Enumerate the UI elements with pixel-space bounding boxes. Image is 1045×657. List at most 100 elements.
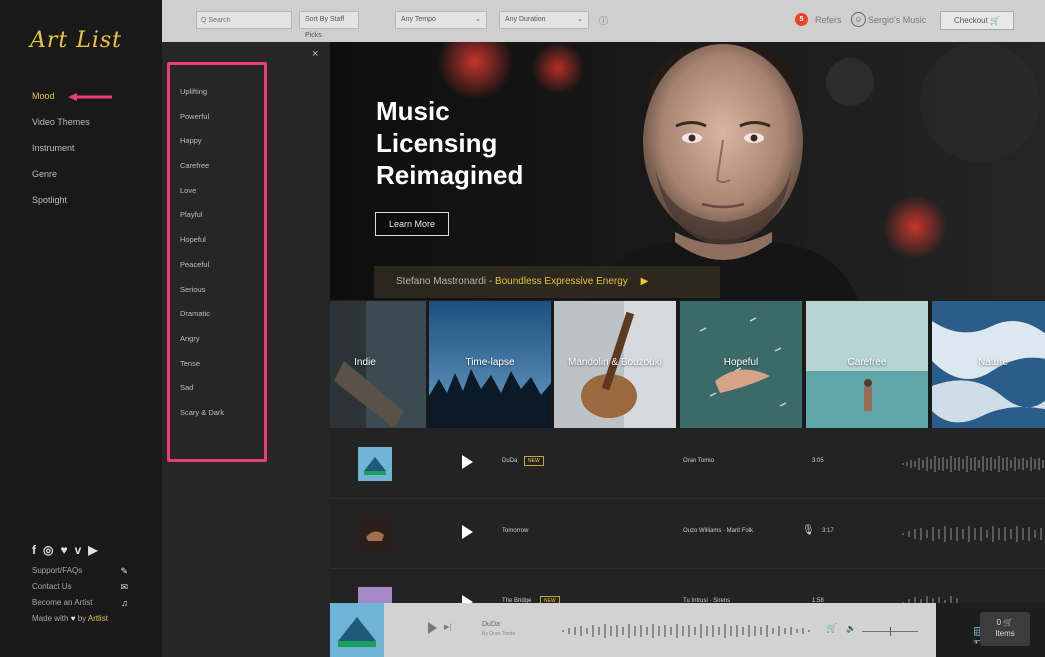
vocals-mic-icon: 🎙 bbox=[802, 525, 815, 536]
heart-icon: ♥ bbox=[70, 614, 76, 623]
cart-items-label: Items bbox=[995, 629, 1015, 638]
sidebar: Art List Mood Video Themes Instrument Ge… bbox=[0, 0, 162, 657]
hero-title: Music Licensing Reimagined bbox=[376, 95, 576, 191]
tile-label: Time-lapse bbox=[465, 357, 515, 368]
mood-list: Uplifting Powerful Happy Carefree Love P… bbox=[180, 87, 224, 433]
user-icon[interactable]: ☺ bbox=[851, 12, 866, 27]
contact-us-link[interactable]: Contact Us ✉ bbox=[32, 582, 128, 598]
track-title[interactable]: DuDa bbox=[502, 458, 517, 464]
waveform[interactable] bbox=[902, 524, 1045, 544]
vimeo-icon[interactable]: v bbox=[75, 543, 82, 557]
pointer-arrow-icon bbox=[68, 93, 112, 101]
sidebar-nav: Mood Video Themes Instrument Genre Spotl… bbox=[32, 90, 90, 220]
player-waveform[interactable] bbox=[562, 623, 812, 639]
player-track-title: DuDa bbox=[482, 621, 500, 628]
mood-item[interactable]: Carefree bbox=[180, 161, 224, 186]
duration-dropdown[interactable]: Any Duration ⌄ bbox=[499, 11, 589, 29]
mood-item[interactable]: Tense bbox=[180, 359, 224, 384]
logo[interactable]: Art List bbox=[30, 28, 122, 53]
sort-dropdown[interactable]: Sort By Staff Picks bbox=[299, 11, 359, 39]
category-tile-nature[interactable]: Nature bbox=[932, 301, 1045, 428]
volume-icon[interactable]: 🔈 bbox=[846, 624, 856, 633]
play-button[interactable] bbox=[462, 525, 473, 539]
waveform[interactable] bbox=[902, 454, 1045, 474]
chevron-down-icon: ⌄ bbox=[577, 16, 583, 23]
mood-item[interactable]: Playful bbox=[180, 210, 224, 235]
category-tile-mandolin[interactable]: Mandolin & Bouzouki bbox=[554, 301, 676, 428]
mood-item[interactable]: Serious bbox=[180, 285, 224, 310]
info-icon[interactable]: ⓘ bbox=[599, 14, 608, 27]
mood-item[interactable]: Scary & Dark bbox=[180, 408, 224, 433]
mood-item[interactable]: Peaceful bbox=[180, 260, 224, 285]
mood-item[interactable]: Uplifting bbox=[180, 87, 224, 112]
hero-title-line: Reimagined bbox=[376, 160, 524, 190]
featured-separator: - bbox=[486, 276, 495, 287]
tile-label: Mandolin & Bouzouki bbox=[568, 357, 662, 368]
refer-count-badge: 5 bbox=[795, 13, 808, 26]
artlist-link[interactable]: Artlist bbox=[88, 614, 108, 623]
category-tile-time-lapse[interactable]: Time-lapse bbox=[429, 301, 551, 428]
support-faqs-link[interactable]: Support/FAQs ✎ bbox=[32, 566, 128, 582]
tempo-dropdown[interactable]: Any Tempo ⌄ bbox=[395, 11, 487, 29]
track-row[interactable]: Tomorrow Ouzo Williams · Marit Folk 🎙 3:… bbox=[330, 498, 1045, 569]
close-icon[interactable]: × bbox=[312, 48, 318, 60]
made-with-credit: Made with ♥ by Artlist bbox=[32, 614, 128, 630]
track-thumbnail bbox=[358, 447, 392, 481]
volume-slider-handle[interactable] bbox=[890, 627, 891, 636]
add-to-cart-icon[interactable]: 🛒 bbox=[826, 623, 837, 634]
footer-link-label: Support/FAQs bbox=[32, 566, 83, 575]
volume-slider[interactable] bbox=[862, 627, 918, 636]
nav-item-spotlight[interactable]: Spotlight bbox=[32, 194, 90, 220]
track-row[interactable]: DuDa NEW Oran Tomio 3:05 bbox=[330, 428, 1045, 499]
made-with-text: Made with bbox=[32, 614, 69, 623]
user-menu[interactable]: Sergio's Music bbox=[868, 15, 926, 25]
become-artist-link[interactable]: Become an Artist ♫ bbox=[32, 598, 128, 614]
track-duration: 3:05 bbox=[812, 458, 824, 464]
mood-item[interactable]: Powerful bbox=[180, 112, 224, 137]
search-input[interactable] bbox=[196, 11, 292, 29]
youtube-icon[interactable]: ▶ bbox=[88, 543, 97, 557]
by-text: by bbox=[77, 614, 87, 623]
category-tile-hopeful[interactable]: Hopeful bbox=[680, 301, 802, 428]
play-icon[interactable]: ▶ bbox=[641, 276, 649, 287]
instagram-icon[interactable]: ◎ bbox=[43, 543, 53, 557]
nav-item-video-themes[interactable]: Video Themes bbox=[32, 116, 90, 142]
mood-item[interactable]: Love bbox=[180, 186, 224, 211]
wrench-icon: ✎ bbox=[120, 566, 128, 576]
nav-item-genre[interactable]: Genre bbox=[32, 168, 90, 194]
mood-item[interactable]: Happy bbox=[180, 136, 224, 161]
cart-items-button[interactable]: 0 🛒 Items bbox=[980, 612, 1030, 646]
top-bar: Sort By Staff Picks Any Tempo ⌄ Any Dura… bbox=[162, 0, 1045, 42]
checkout-button[interactable]: Checkout 🛒 bbox=[940, 11, 1014, 30]
twitter-icon[interactable]: ♥ bbox=[60, 543, 67, 557]
footer-links: Support/FAQs ✎ Contact Us ✉ Become an Ar… bbox=[32, 566, 128, 630]
mood-item[interactable]: Hopeful bbox=[180, 235, 224, 260]
play-button[interactable] bbox=[462, 455, 473, 469]
hero-title-line: Music bbox=[376, 96, 450, 126]
duration-dropdown-label: Any Duration bbox=[505, 16, 546, 23]
footer-link-label: Contact Us bbox=[32, 582, 72, 591]
nav-item-instrument[interactable]: Instrument bbox=[32, 142, 90, 168]
next-icon[interactable]: ▶| bbox=[444, 623, 451, 631]
facebook-icon[interactable]: f bbox=[32, 543, 36, 557]
learn-more-button[interactable]: Learn More bbox=[375, 212, 449, 236]
mood-item[interactable]: Angry bbox=[180, 334, 224, 359]
chevron-down-icon: ⌄ bbox=[475, 16, 481, 23]
category-tile-carefree[interactable]: Carefree bbox=[806, 301, 928, 428]
sort-dropdown-label: Sort By Staff Picks bbox=[305, 16, 345, 39]
mood-panel: × Uplifting Powerful Happy Carefree Love… bbox=[162, 42, 330, 657]
track-title[interactable]: Tomorrow bbox=[502, 528, 528, 534]
track-artist[interactable]: Ouzo Williams · Marit Folk bbox=[683, 528, 753, 534]
refers-link[interactable]: Refers bbox=[815, 15, 842, 25]
hero-title-line: Licensing bbox=[376, 128, 498, 158]
send-icon: ✉ bbox=[120, 582, 128, 592]
new-badge: NEW bbox=[524, 456, 544, 466]
track-artist[interactable]: Oran Tomio bbox=[683, 458, 714, 464]
cart-items-count: 0 🛒 bbox=[996, 618, 1014, 627]
track-list: DuDa NEW Oran Tomio 3:05 Tomorrow Ouzo W… bbox=[330, 428, 1045, 639]
play-button[interactable] bbox=[428, 622, 437, 634]
featured-track-bar[interactable]: Stefano Mastronardi - Boundless Expressi… bbox=[374, 266, 720, 298]
category-tile-indie[interactable]: Indie bbox=[330, 301, 426, 428]
mood-item[interactable]: Sad bbox=[180, 383, 224, 408]
mood-item[interactable]: Dramatic bbox=[180, 309, 224, 334]
